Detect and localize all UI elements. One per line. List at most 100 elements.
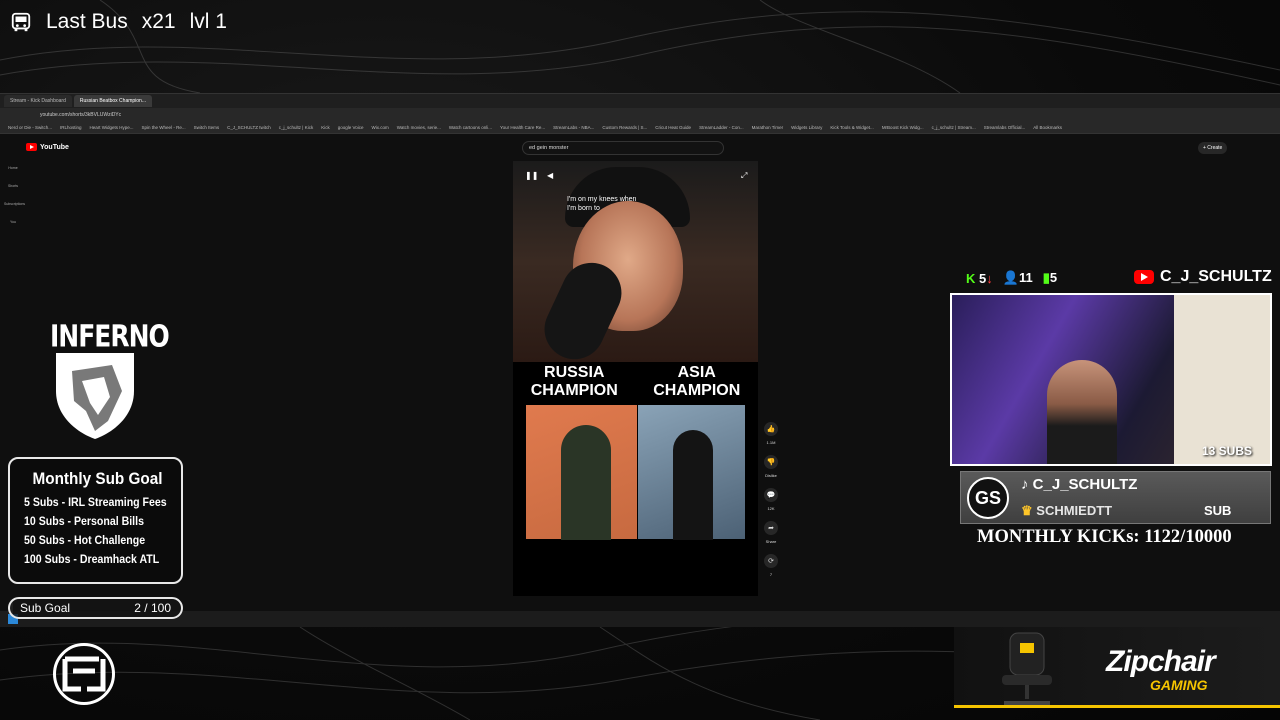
cam-sub-count: 13 SUBS — [1201, 444, 1252, 458]
search-input[interactable]: ed gein monster — [522, 141, 724, 155]
asia-champion-title: ASIA CHAMPION — [653, 364, 741, 399]
bookmark-item[interactable]: Kick Tools & Widget... — [830, 125, 873, 130]
monthly-sub-goal-panel: Monthly Sub Goal 5 Subs - IRL Streaming … — [8, 457, 183, 584]
bookmark-item[interactable]: Kick — [321, 125, 330, 130]
latest-sub-line: ♛ SCHMIEDTT — [1021, 503, 1112, 519]
youtube-sidebar: Home Shorts Subscriptions You — [4, 166, 25, 238]
sidebar-item-home[interactable]: Home — [4, 166, 22, 170]
address-bar[interactable]: youtube.com/shorts/3kBVLUWziDYc — [0, 108, 1280, 122]
sponsor-brand: Zipchair — [1106, 645, 1216, 678]
bookmark-item[interactable]: c_j_schultz | Kick — [279, 125, 313, 130]
bookmark-item[interactable]: IRLhosting — [60, 125, 82, 130]
tab-youtube-short[interactable]: Russian Beatbox Champion... — [73, 95, 153, 107]
asia-champion-photo — [638, 405, 745, 540]
comments-button[interactable]: 💬 — [764, 488, 778, 502]
sub-count: 5 — [1049, 270, 1058, 285]
zipchair-sponsor-banner: Zipchair GAMING — [954, 627, 1280, 708]
youtube-logo[interactable]: YouTube — [26, 143, 69, 151]
lion-shield-icon — [56, 353, 134, 439]
windows-taskbar — [0, 611, 1280, 627]
remix-count: 7 — [769, 572, 773, 577]
bookmark-item[interactable]: Spin the Wheel - Re... — [142, 125, 186, 130]
short-actions: 👍 1.1M 👎 Dislike 💬 12K ➦ Share ⟳ 7 — [762, 422, 780, 587]
video-caption: I'm on my knees when I'm born to — [567, 196, 637, 213]
bookmarks-bar: Nerd or Die - Switch... IRLhosting Heart W… — [0, 122, 1280, 134]
bookmark-item[interactable]: Watch cartoons onli... — [449, 125, 492, 130]
bus-level: lvl 1 — [189, 10, 227, 33]
bookmark-item[interactable]: StreamLabs - NBA... — [553, 125, 594, 130]
bookmark-item[interactable]: Your Health Care Re... — [500, 125, 545, 130]
fullscreen-icon[interactable]: ⤢ — [741, 171, 747, 181]
url-text: youtube.com/shorts/3kBVLUWziDYc — [40, 112, 122, 118]
share-button[interactable]: ➦ — [764, 521, 778, 535]
sidebar-item-shorts[interactable]: Shorts — [4, 184, 22, 188]
sponsor-accent-bar — [954, 705, 1280, 708]
tab-kick-dashboard[interactable]: Stream - Kick Dashboard — [4, 95, 72, 107]
bookmark-item[interactable]: MrBoost Kick Widg... — [882, 125, 924, 130]
cj-monogram-icon — [62, 656, 106, 692]
tiktok-line: ♪ C_J_SCHULTZ — [1021, 476, 1137, 493]
pause-icon[interactable]: ❚❚ — [525, 171, 538, 180]
sub-goal-progress-bar: Sub Goal 2 / 100 — [8, 597, 183, 619]
bookmark-item[interactable]: All Bookmarks — [1033, 125, 1062, 130]
bookmark-item[interactable]: Widgets Library — [791, 125, 822, 130]
inferno-logo: INFERNO — [50, 319, 170, 446]
champion-titles: RUSSIA CHAMPION ASIA CHAMPION — [513, 364, 758, 404]
like-count: 1.1M — [766, 440, 776, 445]
sponsor-subtitle: GAMING — [1150, 677, 1208, 693]
remix-button[interactable]: ⟳ — [764, 554, 778, 568]
sidebar-item-subscriptions[interactable]: Subscriptions — [4, 202, 25, 206]
youtube-logo-text: YouTube — [40, 143, 69, 151]
bookmark-item[interactable]: c_j_schultz | Stream... — [932, 125, 976, 130]
dislike-button[interactable]: 👎 — [764, 455, 778, 469]
dislike-label: Dislike — [765, 473, 777, 478]
inferno-wordmark: INFERNO — [50, 319, 170, 354]
sub-goal-value: 2 / 100 — [134, 601, 171, 615]
follower-count: 11 — [1018, 270, 1033, 285]
bookmark-item[interactable]: Nerd or Die - Switch... — [8, 125, 52, 130]
goal-row: 50 Subs - Hot Challenge — [24, 535, 146, 547]
cj-monogram-logo — [53, 643, 115, 705]
bookmark-item[interactable]: Marathon Timer — [752, 125, 784, 130]
bookmark-item[interactable]: Custom Rewards | S... — [602, 125, 647, 130]
share-label: Share — [765, 539, 777, 544]
short-video-player[interactable]: I'm on my knees when I'm born to ❚❚ ◀ ⤢ … — [513, 161, 758, 596]
bus-title: Last Bus — [46, 10, 128, 33]
bookmark-item[interactable]: Switch Items — [194, 125, 220, 130]
whiteboard — [1174, 295, 1270, 464]
stream-overlay-stage: Last Bus x21 lvl 1 Stream - Kick Dashboa… — [0, 0, 1280, 720]
bookmark-item[interactable]: Streamlabs Official... — [984, 125, 1025, 130]
tiktok-icon: ♪ — [1021, 476, 1029, 493]
latest-sub-label: SUB — [1204, 503, 1232, 518]
russia-champion-photo — [526, 405, 637, 540]
goal-row: 10 Subs - Personal Bills — [24, 516, 144, 528]
follower-stat: 👤11 — [1003, 270, 1033, 286]
bookmark-item[interactable]: Heart Widgets Hype... — [90, 125, 134, 130]
bus-icon — [11, 12, 31, 32]
create-button[interactable]: + Create — [1198, 142, 1228, 154]
like-button[interactable]: 👍 — [764, 422, 778, 436]
gaming-chair-icon — [1002, 632, 1052, 705]
goal-title: Monthly Sub Goal — [32, 469, 163, 488]
search-value: ed gein monster — [529, 145, 569, 151]
tab-strip: Stream - Kick Dashboard Russian Beatbox … — [0, 94, 1280, 108]
bookmark-item[interactable]: Wix.com — [372, 125, 389, 130]
monthly-kicks-counter: MONTHLY KICKs: 1122/10000 — [977, 527, 1232, 547]
bookmark-item[interactable]: Cricut Heat Guide — [655, 125, 691, 130]
sidebar-item-you[interactable]: You — [4, 220, 22, 224]
comment-count: 12K — [767, 506, 775, 511]
video-frame-top: I'm on my knees when I'm born to ❚❚ ◀ ⤢ — [513, 161, 758, 369]
performer-right — [673, 430, 713, 540]
youtube-header: YouTube ed gein monster + Create — [0, 136, 1280, 160]
bookmark-item[interactable]: google Voice — [338, 125, 364, 130]
bookmark-item[interactable]: C_J_SCHULTZ twitch — [227, 125, 271, 130]
stream-stats: K 5↓ 👤11 ▮5 — [966, 270, 1057, 286]
sub-stat: ▮5 — [1043, 270, 1057, 286]
tab-label: Stream - Kick Dashboard — [10, 98, 66, 104]
sub-goal-label: Sub Goal — [20, 601, 71, 615]
bookmark-item[interactable]: StreamLadder - Con... — [699, 125, 744, 130]
volume-icon[interactable]: ◀ — [547, 171, 553, 180]
crown-icon: ♛ — [1021, 503, 1033, 518]
bookmark-item[interactable]: Watch movies, serie... — [397, 125, 441, 130]
tab-label: Russian Beatbox Champion... — [79, 98, 147, 104]
